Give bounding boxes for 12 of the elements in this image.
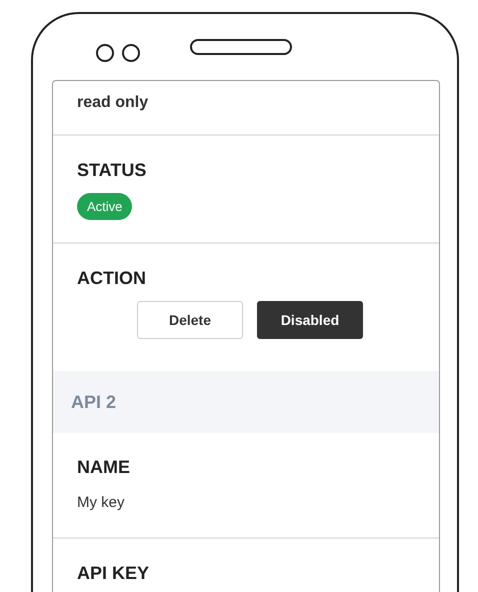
field-label: ACTION [77,268,147,289]
field-value: read only [77,94,150,112]
status-badge: Active [77,193,132,220]
field-label: API KEY [77,563,150,584]
sensor-icon [122,44,140,62]
delete-button[interactable]: Delete [137,301,243,339]
field-label: STATUS [77,160,148,181]
speaker-icon [190,39,292,55]
camera-icon [96,44,114,62]
field-label: NAME [77,457,131,478]
section-title: API 2 [71,392,118,412]
field-value: My key [77,494,126,511]
